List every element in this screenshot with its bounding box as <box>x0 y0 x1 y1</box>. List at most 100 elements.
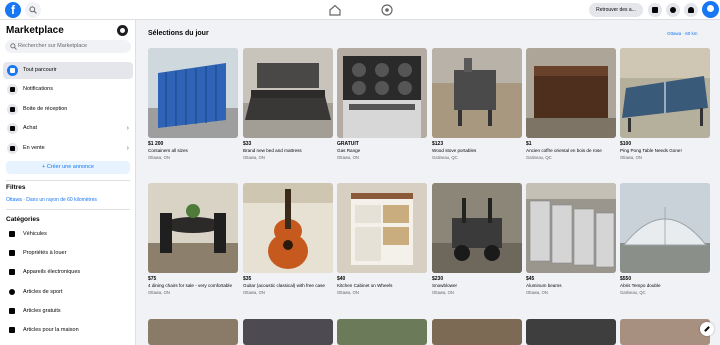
marketplace-icon[interactable] <box>380 3 394 17</box>
sidebar-item-label: Boite de réception <box>23 106 68 112</box>
category-rentals[interactable]: Propriétés à louer <box>3 245 133 262</box>
divider <box>6 180 130 181</box>
listing-image <box>148 319 238 345</box>
shop-icon <box>7 65 18 76</box>
messenger-icon[interactable] <box>666 3 680 17</box>
category-home[interactable]: Articles pour la maison <box>3 322 133 339</box>
sidebar-item-browse-all[interactable]: Tout parcourir <box>3 62 133 79</box>
filters-heading: Filtres <box>6 184 26 191</box>
house-icon <box>7 248 17 258</box>
listing-title: Wood stove portables <box>432 148 477 153</box>
listing-card[interactable]: $45 Aluminum beams Ottawa, ON <box>526 183 616 295</box>
listing-location: Ottawa, ON <box>620 154 642 160</box>
category-label: Véhicules <box>23 231 47 237</box>
listing-price: $550 <box>620 276 632 282</box>
category-vehicles[interactable]: Véhicules <box>3 226 133 243</box>
listing-card[interactable] <box>243 319 333 345</box>
category-label: Propriétés à louer <box>23 250 67 256</box>
category-label: Articles gratuits <box>23 308 61 314</box>
sidebar-title: Marketplace <box>6 25 64 36</box>
listing-card[interactable]: $123 Wood stove portables Gatineau, QC <box>432 48 522 160</box>
location-link[interactable]: Ottawa · 60 km <box>667 31 698 36</box>
listing-card[interactable]: $35 Guitar (acoustic classical) with fre… <box>243 183 333 295</box>
listing-price: GRATUIT <box>337 141 359 147</box>
listing-title: Snowblower <box>432 283 458 288</box>
find-friends-button[interactable]: Retrouver des a... <box>589 3 643 17</box>
listing-image <box>243 319 333 345</box>
listing-card[interactable]: GRATUIT Gas Range Ottawa, ON <box>337 48 427 160</box>
listing-price: $45 <box>526 276 535 282</box>
listing-location: Ottawa, ON <box>337 289 359 295</box>
listing-title: Containers all sizes <box>148 148 188 153</box>
notifications-icon[interactable] <box>684 3 698 17</box>
listing-card[interactable]: $33 Brand new bed and mattress Ottawa, O… <box>243 48 333 160</box>
sidebar-item-notifications[interactable]: Notifications <box>3 81 133 98</box>
listing-location: Gatineau, QC <box>620 289 646 295</box>
listing-image <box>337 319 427 345</box>
listing-card[interactable]: $40 Kitchen Cabinet on Wheels Ottawa, ON <box>337 183 427 295</box>
listing-title: 4 dining chairs for sale - very comforta… <box>148 283 232 288</box>
search-icon[interactable] <box>25 2 41 18</box>
sidebar-item-label: Achat <box>23 125 38 131</box>
listing-image <box>526 319 616 345</box>
listing-card[interactable] <box>432 319 522 345</box>
create-listing-button[interactable]: + Créer une annonce <box>6 161 130 174</box>
listing-image <box>337 183 427 273</box>
listing-price: $100 <box>620 141 632 147</box>
page-title: Sélections du jour <box>148 30 209 37</box>
listing-card[interactable] <box>526 319 616 345</box>
listing-location: Ottawa, ON <box>148 289 170 295</box>
sidebar-item-inbox[interactable]: Boite de réception <box>3 101 133 118</box>
gear-icon[interactable] <box>117 25 128 36</box>
ball-icon <box>7 287 17 297</box>
listing-price: $1 200 <box>148 141 164 147</box>
sidebar-item-label: En vente <box>23 145 45 151</box>
listing-price: $230 <box>432 276 444 282</box>
search-placeholder: Rechercher sur Marketplace <box>18 43 88 49</box>
sidebar-item-selling[interactable]: En vente › <box>3 140 133 157</box>
listing-image <box>620 48 710 138</box>
listing-card[interactable] <box>337 319 427 345</box>
listing-card[interactable]: $1 200 Containers all sizes Ottawa, ON <box>148 48 238 160</box>
category-electronics[interactable]: Appareils électroniques <box>3 264 133 281</box>
category-sports[interactable]: Articles de sport <box>3 284 133 301</box>
listing-card[interactable]: $550 Abris Tempo double Gatineau, QC <box>620 183 710 295</box>
location-filter-link[interactable]: Ottawa · Dans un rayon de 60 kilomètres <box>6 197 97 203</box>
sidebar-item-label: Tout parcourir <box>23 67 57 73</box>
listing-location: Gatineau, QC <box>526 154 552 160</box>
sofa-icon <box>7 325 17 335</box>
account-avatar[interactable] <box>702 1 719 18</box>
top-bar: f Retrouver des a... <box>0 0 720 20</box>
bell-icon <box>7 84 18 95</box>
facebook-logo[interactable]: f <box>5 2 21 18</box>
menu-grid-icon[interactable] <box>648 3 662 17</box>
search-input[interactable]: Rechercher sur Marketplace <box>5 40 131 53</box>
listing-image <box>243 48 333 138</box>
compose-icon[interactable] <box>700 322 714 336</box>
listing-title: Guitar (acoustic classical) with free ca… <box>243 283 325 288</box>
category-label: Appareils électroniques <box>23 269 81 275</box>
sidebar-item-buying[interactable]: Achat › <box>3 120 133 137</box>
phone-icon <box>7 267 17 277</box>
listing-card[interactable] <box>148 319 238 345</box>
listing-image <box>337 48 427 138</box>
listing-location: Ottawa, ON <box>243 289 265 295</box>
listing-card[interactable]: $1 Ancien coffre oriental en bois de ros… <box>526 48 616 160</box>
listing-card[interactable]: $75 4 dining chairs for sale - very comf… <box>148 183 238 295</box>
listing-card[interactable]: $100 Ping Pong Table Needs Gone! Ottawa,… <box>620 48 710 160</box>
listing-title: Aluminum beams <box>526 283 562 288</box>
listing-image <box>526 48 616 138</box>
listing-card[interactable] <box>620 319 710 345</box>
car-icon <box>7 229 17 239</box>
categories-heading: Catégories <box>6 216 40 223</box>
chevron-right-icon: › <box>126 125 129 132</box>
bag-icon <box>7 123 18 134</box>
search-icon <box>10 43 17 50</box>
listing-image <box>432 319 522 345</box>
category-free[interactable]: Articles gratuits <box>3 303 133 320</box>
home-icon[interactable] <box>328 3 342 17</box>
gift-icon <box>7 306 17 316</box>
listing-card[interactable]: $230 Snowblower Ottawa, ON <box>432 183 522 295</box>
divider <box>6 209 130 210</box>
listing-image <box>526 183 616 273</box>
